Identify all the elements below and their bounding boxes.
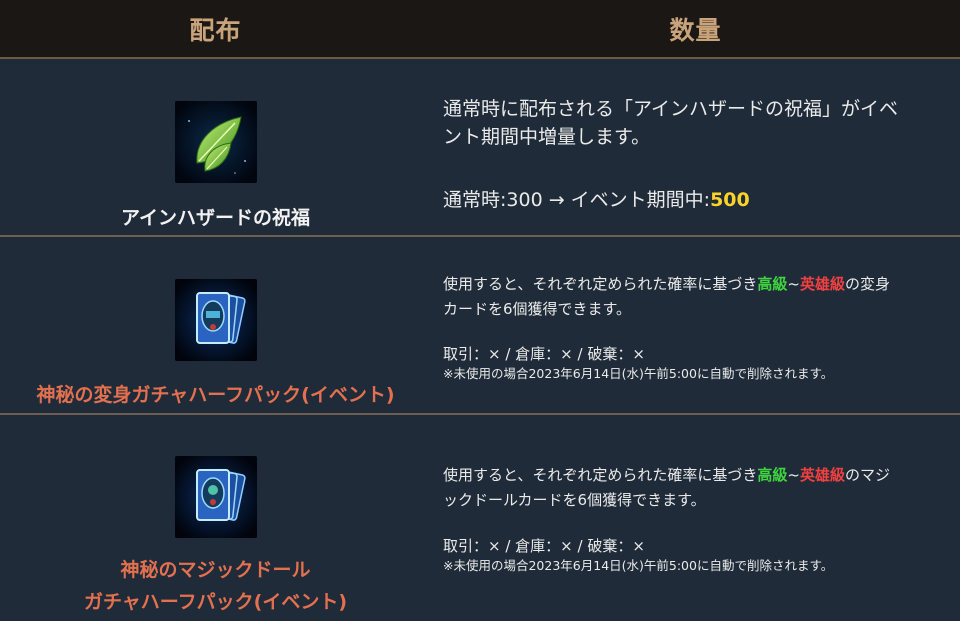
grade-hero: 英雄級 bbox=[800, 275, 846, 293]
item-description: 使用すると、それぞれ定められた確率に基づき高級~英雄級の変身 カードを6個獲得で… bbox=[443, 272, 948, 322]
desc-text: の変身 bbox=[845, 275, 891, 293]
desc-text: 使用すると、それぞれ定められた確率に基づき bbox=[443, 466, 758, 484]
distribution-table: 配布 数量 アインハザードの祝福 通常時に配布される「アインハザードの祝福」がイ… bbox=[0, 0, 960, 621]
item-description: 通常時に配布される「アインハザードの祝福」がイベ ント期間中増量します。 bbox=[443, 95, 948, 151]
desc-text: のマジ bbox=[845, 466, 891, 484]
table-row: 神秘のマジックドール ガチャハーフパック(イベント) 使用すると、それぞれ定めら… bbox=[0, 415, 960, 621]
item-name-line: ガチャハーフパック(イベント) bbox=[83, 591, 348, 613]
normal-label: 通常時:300 → イベント期間中: bbox=[443, 189, 711, 211]
desc-line: ント期間中増量します。 bbox=[443, 126, 651, 148]
table-header: 配布 数量 bbox=[0, 0, 960, 59]
item-description: 使用すると、それぞれ定められた確率に基づき高級~英雄級のマジ ックドールカードを… bbox=[443, 463, 948, 513]
leaf-icon bbox=[175, 101, 257, 183]
tilde: ~ bbox=[787, 466, 800, 484]
header-distribution: 配布 bbox=[189, 16, 242, 45]
deletion-note: ※未使用の場合2023年6月14日(水)午前5:00に自動で削除されます。 bbox=[443, 366, 834, 381]
grade-high: 高級 bbox=[757, 466, 788, 484]
trade-info: 取引：× / 倉庫：× / 破棄：× bbox=[443, 537, 645, 555]
quantity-cell: 使用すると、それぞれ定められた確率に基づき高級~英雄級の変身 カードを6個獲得で… bbox=[443, 237, 948, 413]
item-cell: 神秘の変身ガチャハーフパック(イベント) bbox=[0, 237, 431, 413]
trade-info: 取引：× / 倉庫：× / 破棄：× bbox=[443, 345, 645, 363]
grade-hero: 英雄級 bbox=[800, 466, 846, 484]
magic-doll-card-pack-icon bbox=[175, 456, 257, 538]
desc-line: カードを6個獲得できます。 bbox=[443, 300, 632, 318]
table-row: 神秘の変身ガチャハーフパック(イベント) 使用すると、それぞれ定められた確率に基… bbox=[0, 237, 960, 415]
deletion-note: ※未使用の場合2023年6月14日(水)午前5:00に自動で削除されます。 bbox=[443, 558, 834, 573]
header-quantity: 数量 bbox=[669, 16, 722, 45]
grade-high: 高級 bbox=[757, 275, 788, 293]
item-name: アインハザードの祝福 bbox=[120, 207, 311, 229]
transform-card-pack-icon bbox=[175, 279, 257, 361]
item-cell: アインハザードの祝福 bbox=[0, 59, 431, 235]
desc-line: ックドールカードを6個獲得できます。 bbox=[443, 491, 706, 509]
quantity-change: 通常時:300 → イベント期間中:500 bbox=[443, 187, 948, 213]
tilde: ~ bbox=[787, 275, 800, 293]
desc-text: 使用すると、それぞれ定められた確率に基づき bbox=[443, 275, 758, 293]
item-cell: 神秘のマジックドール ガチャハーフパック(イベント) bbox=[0, 415, 431, 621]
item-name: 神秘の変身ガチャハーフパック(イベント) bbox=[36, 384, 395, 406]
quantity-cell: 使用すると、それぞれ定められた確率に基づき高級~英雄級のマジ ックドールカードを… bbox=[443, 415, 948, 621]
item-name: 神秘のマジックドール ガチャハーフパック(イベント) bbox=[0, 554, 431, 618]
desc-line: 通常時に配布される「アインハザードの祝福」がイベ bbox=[443, 98, 899, 120]
event-value: 500 bbox=[710, 189, 750, 211]
table-row: アインハザードの祝福 通常時に配布される「アインハザードの祝福」がイベ ント期間… bbox=[0, 59, 960, 237]
quantity-cell: 通常時に配布される「アインハザードの祝福」がイベ ント期間中増量します。 通常時… bbox=[443, 59, 948, 235]
item-name-line: 神秘のマジックドール bbox=[120, 559, 311, 581]
